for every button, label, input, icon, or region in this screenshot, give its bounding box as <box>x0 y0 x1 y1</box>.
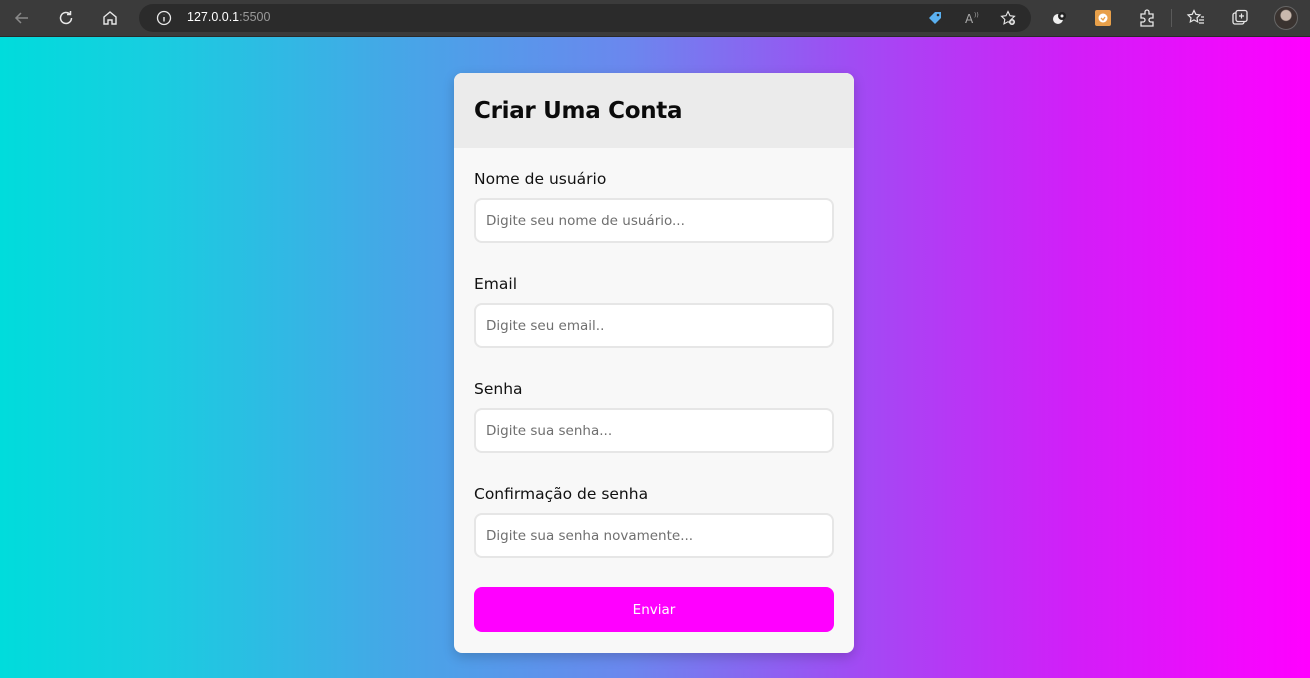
svg-text:A: A <box>965 12 974 26</box>
card-header: Criar Uma Conta <box>454 73 854 148</box>
email-label: Email <box>474 275 518 293</box>
email-input[interactable] <box>474 303 834 348</box>
password-label: Senha <box>474 380 523 398</box>
read-aloud-icon[interactable]: A)) <box>964 10 980 26</box>
home-icon[interactable] <box>96 4 124 32</box>
toolbar-separator <box>1171 9 1172 27</box>
email-field-group: Email <box>474 253 834 358</box>
extensions-icon[interactable] <box>1137 8 1157 28</box>
password-input[interactable] <box>474 408 834 453</box>
extension-a-icon[interactable] <box>1050 8 1070 28</box>
password-field-group: Senha <box>474 358 834 463</box>
address-bar[interactable]: 127.0.0.1:5500 A)) <box>139 4 1031 32</box>
back-icon[interactable] <box>8 4 36 32</box>
info-icon[interactable] <box>156 10 172 26</box>
url-text: 127.0.0.1:5500 <box>187 10 270 24</box>
password-confirm-input[interactable] <box>474 513 834 558</box>
username-field-group: Nome de usuário <box>474 148 834 253</box>
extension-b-icon[interactable] <box>1093 8 1113 28</box>
favorites-icon[interactable] <box>1186 8 1206 28</box>
url-host: 127.0.0.1 <box>187 10 240 24</box>
add-favorite-icon[interactable] <box>1000 10 1016 26</box>
collections-icon[interactable] <box>1230 8 1250 28</box>
submit-button[interactable]: Enviar <box>474 587 834 632</box>
svg-text:)): )) <box>974 12 979 19</box>
password-confirm-field-group: Confirmação de senha <box>474 463 834 568</box>
username-label: Nome de usuário <box>474 170 607 188</box>
browser-toolbar: 127.0.0.1:5500 A)) <box>0 0 1310 37</box>
signup-card: Criar Uma Conta Nome de usuário Email Se… <box>454 73 854 653</box>
url-port: :5500 <box>239 10 271 24</box>
profile-avatar[interactable] <box>1274 6 1298 30</box>
username-input[interactable] <box>474 198 834 243</box>
page-title: Criar Uma Conta <box>474 97 683 124</box>
page-background: Criar Uma Conta Nome de usuário Email Se… <box>0 37 1310 678</box>
signup-form: Nome de usuário Email Senha Confirmação … <box>454 148 854 568</box>
password-confirm-label: Confirmação de senha <box>474 485 649 503</box>
reload-icon[interactable] <box>52 4 80 32</box>
tag-icon[interactable] <box>927 10 943 26</box>
